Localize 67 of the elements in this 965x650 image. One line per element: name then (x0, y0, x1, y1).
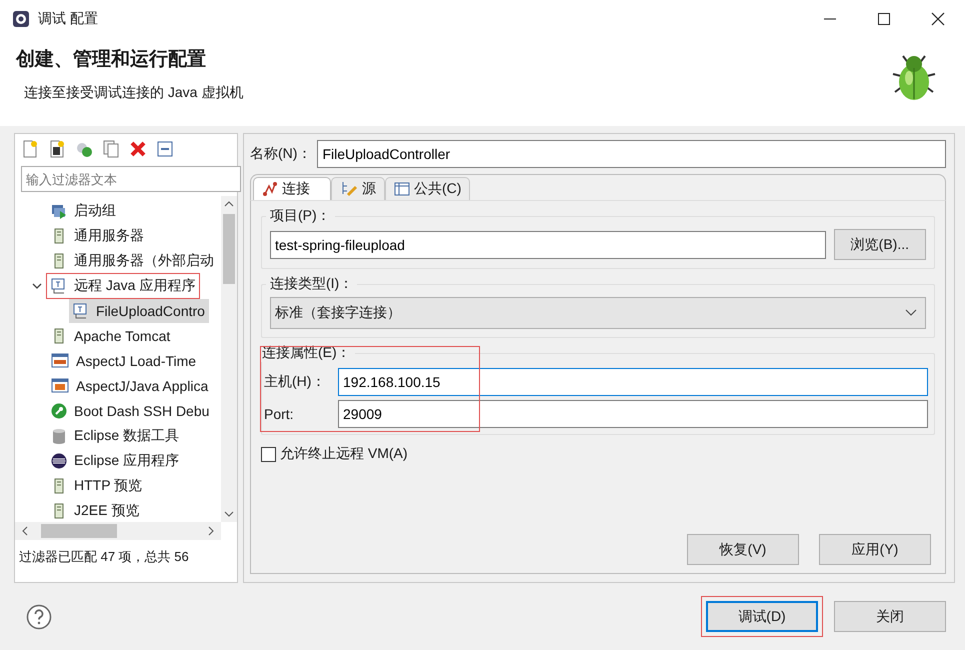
panel-button[interactable]: 恢复(V) (687, 534, 799, 565)
name-field[interactable]: FileUploadController (317, 140, 946, 168)
new-file-icon[interactable] (21, 140, 39, 158)
dialog-button[interactable]: 关闭 (834, 601, 946, 632)
checkbox-label: 允许终止远程 VM(A) (280, 445, 408, 463)
tree-item[interactable]: HTTP 预览 (47, 474, 146, 498)
scroll-down-icon[interactable] (224, 510, 234, 518)
dialog-button[interactable]: 调试(D) (706, 601, 818, 632)
connection-icon (262, 181, 278, 197)
window-title: 调试 配置 (38, 10, 98, 28)
field-label: 主机(H)： (264, 373, 326, 391)
tree-item[interactable]: Eclipse 数据工具 (47, 424, 184, 448)
window-icon (51, 352, 69, 368)
wrench-icon (51, 402, 67, 418)
checkbox[interactable] (261, 446, 276, 462)
tree-item[interactable]: AspectJ Load-Time (47, 348, 200, 372)
name-label: 名称(N)： (250, 145, 312, 163)
new-prototype-icon[interactable] (48, 140, 66, 158)
tree-item[interactable]: 启动组 (47, 198, 120, 222)
scroll-thumb[interactable] (41, 524, 117, 538)
tree-item[interactable]: 远程 Java 应用程序 (47, 274, 200, 298)
field-label: Port: (264, 406, 295, 422)
dialog-title: 创建、管理和运行配置 (16, 48, 207, 72)
connection-type-label: 连接类型(I)： (269, 275, 354, 293)
project-field[interactable]: test-spring-fileupload (270, 230, 826, 258)
tab[interactable]: 连接 (253, 177, 331, 200)
panel-button[interactable]: 应用(Y) (819, 534, 931, 565)
remote-app-icon (73, 302, 89, 318)
tree-item[interactable]: Apache Tomcat (47, 324, 174, 348)
tree-item[interactable]: J2EE 预览 (47, 498, 144, 522)
tab[interactable]: 源 (331, 177, 385, 200)
tree-item[interactable]: Boot Dash SSH Debu (47, 398, 214, 422)
eclipse-icon (51, 452, 67, 468)
tree-item[interactable]: 通用服务器（外部启动 (47, 248, 218, 272)
scroll-thumb[interactable] (223, 214, 235, 284)
collapse-icon[interactable] (156, 140, 174, 158)
tree-item[interactable]: Eclipse 应用程序 (47, 448, 184, 472)
browse-button[interactable]: 浏览(B)... (834, 229, 926, 260)
input-field[interactable]: 29009 (338, 400, 928, 428)
delete-icon[interactable] (129, 140, 147, 158)
tree-item[interactable]: FileUploadContro (69, 298, 209, 322)
dialog-subtitle: 连接至接受调试连接的 Java 虚拟机 (24, 84, 244, 102)
tree-item[interactable]: 通用服务器 (47, 224, 148, 248)
scroll-left-icon[interactable] (21, 526, 29, 536)
source-icon (340, 181, 358, 197)
chevron-icon (905, 309, 917, 317)
table-icon (394, 181, 410, 197)
scroll-up-icon[interactable] (224, 200, 234, 208)
database-icon (51, 428, 67, 444)
tree-item[interactable]: AspectJ/Java Applica (47, 374, 212, 398)
help-icon[interactable] (26, 604, 52, 630)
filter-status: 过滤器已匹配 47 项，总共 56 (18, 548, 190, 566)
app-icon (12, 10, 30, 28)
vertical-scrollbar[interactable] (221, 196, 237, 522)
launch-group-icon (51, 202, 67, 218)
window-icon (51, 378, 69, 394)
input-field[interactable]: 192.168.100.15 (338, 368, 928, 396)
close-icon[interactable] (931, 12, 945, 26)
duplicate-icon[interactable] (102, 140, 120, 158)
horizontal-scrollbar[interactable] (15, 522, 221, 540)
scroll-right-icon[interactable] (207, 526, 215, 536)
project-label: 项目(P)： (269, 207, 332, 225)
maximize-icon[interactable] (877, 12, 891, 26)
tab[interactable]: 公共(C) (385, 177, 470, 200)
filter-field[interactable]: 输入过滤器文本 (21, 166, 241, 192)
remote-app-icon (51, 278, 67, 294)
connection-type-dropdown[interactable]: 标准（套接字连接） (270, 297, 926, 329)
